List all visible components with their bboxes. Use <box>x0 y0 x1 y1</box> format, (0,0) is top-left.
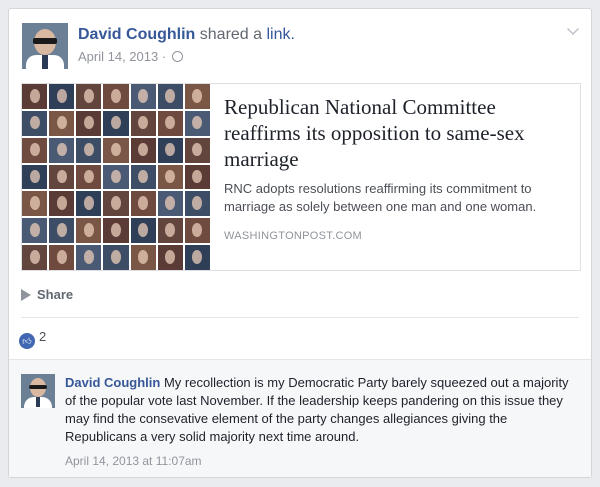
thumbnail-portrait <box>184 191 210 217</box>
post-date[interactable]: April 14, 2013 · <box>78 49 166 64</box>
thumbnail-portrait <box>22 245 48 270</box>
like-icon: 👍︎ <box>19 333 35 349</box>
thumbnail-portrait <box>103 218 129 244</box>
share-icon <box>21 289 31 301</box>
post-meta: April 14, 2013 · <box>78 49 295 64</box>
author-line: David Coughlin shared a link. <box>78 25 295 45</box>
thumbnail-portrait <box>184 84 210 109</box>
thumbnail-portrait <box>184 245 210 270</box>
link-domain: WASHINGTONPOST.COM <box>224 230 363 242</box>
thumbnail-portrait <box>157 245 183 270</box>
thumbnail-portrait <box>184 164 210 190</box>
thumbnail-portrait <box>49 245 75 270</box>
comment-author[interactable]: David Coughlin <box>65 375 160 390</box>
thumbnail-portrait <box>157 164 183 190</box>
like-count[interactable]: 2 <box>39 329 46 344</box>
thumbnail-portrait <box>130 245 156 270</box>
thumbnail-portrait <box>130 218 156 244</box>
link-text: Republican National Committee reaffirms … <box>224 94 568 242</box>
thumbnail-portrait <box>130 164 156 190</box>
thumbnail-portrait <box>49 191 75 217</box>
thumbnail-portrait <box>22 137 48 163</box>
chevron-down-icon[interactable] <box>567 23 579 35</box>
shared-link-word[interactable]: link. <box>267 26 295 43</box>
thumbnail-portrait <box>157 84 183 109</box>
reactions-row[interactable]: 👍︎ 2 <box>19 329 46 349</box>
thumbnail-portrait <box>103 137 129 163</box>
thumbnail-portrait <box>103 164 129 190</box>
thumbnail-portrait <box>76 218 102 244</box>
commenter-avatar[interactable] <box>21 374 55 408</box>
thumbnail-portrait <box>22 84 48 109</box>
divider <box>21 317 579 318</box>
thumbnail-portrait <box>76 84 102 109</box>
comment: David Coughlin My recollection is my Dem… <box>65 374 581 470</box>
comments-section: David Coughlin My recollection is my Dem… <box>9 359 591 477</box>
thumbnail-portrait <box>184 137 210 163</box>
comment-timestamp[interactable]: April 14, 2013 at 11:07am <box>65 452 581 470</box>
author-name[interactable]: David Coughlin <box>78 26 195 43</box>
thumbnail-portrait <box>76 137 102 163</box>
thumbnail-portrait <box>103 84 129 109</box>
author-avatar[interactable] <box>22 23 68 69</box>
link-description: RNC adopts resolutions reaffirming its c… <box>224 181 537 214</box>
link-preview[interactable]: Republican National Committee reaffirms … <box>21 83 581 271</box>
thumbnail-portrait <box>130 191 156 217</box>
link-thumbnail[interactable] <box>22 84 210 270</box>
comment-text-block: David Coughlin My recollection is my Dem… <box>65 374 581 446</box>
thumbnail-portrait <box>76 164 102 190</box>
thumbnail-portrait <box>103 191 129 217</box>
thumbnail-portrait <box>157 218 183 244</box>
thumbnail-portrait <box>22 218 48 244</box>
share-button[interactable]: Share <box>21 287 579 311</box>
post-header: David Coughlin shared a link. April 14, … <box>22 23 579 75</box>
thumbnail-portrait <box>130 137 156 163</box>
thumbnail-portrait <box>184 218 210 244</box>
thumbnail-portrait <box>49 84 75 109</box>
share-action-text: shared a <box>199 26 263 43</box>
thumbnail-portrait <box>130 84 156 109</box>
thumbnail-portrait <box>184 110 210 136</box>
globe-icon <box>171 51 183 62</box>
thumbnail-portrait <box>49 218 75 244</box>
thumbnail-portrait <box>157 110 183 136</box>
thumbnail-portrait <box>76 191 102 217</box>
thumbnail-portrait <box>130 110 156 136</box>
thumbnail-portrait <box>76 110 102 136</box>
thumbnail-portrait <box>157 137 183 163</box>
thumbnail-portrait <box>22 191 48 217</box>
header-text: David Coughlin shared a link. April 14, … <box>78 25 295 64</box>
thumbnail-portrait <box>103 245 129 270</box>
thumbnail-portrait <box>49 137 75 163</box>
thumbnail-portrait <box>103 110 129 136</box>
thumbnail-portrait <box>22 110 48 136</box>
thumbnail-portrait <box>49 164 75 190</box>
thumbnail-portrait <box>76 245 102 270</box>
share-label: Share <box>37 287 74 302</box>
thumbnail-portrait <box>22 164 48 190</box>
post-card: David Coughlin shared a link. April 14, … <box>8 8 592 478</box>
link-title[interactable]: Republican National Committee reaffirms … <box>224 94 568 172</box>
thumbnail-portrait <box>49 110 75 136</box>
thumbnail-portrait <box>157 191 183 217</box>
